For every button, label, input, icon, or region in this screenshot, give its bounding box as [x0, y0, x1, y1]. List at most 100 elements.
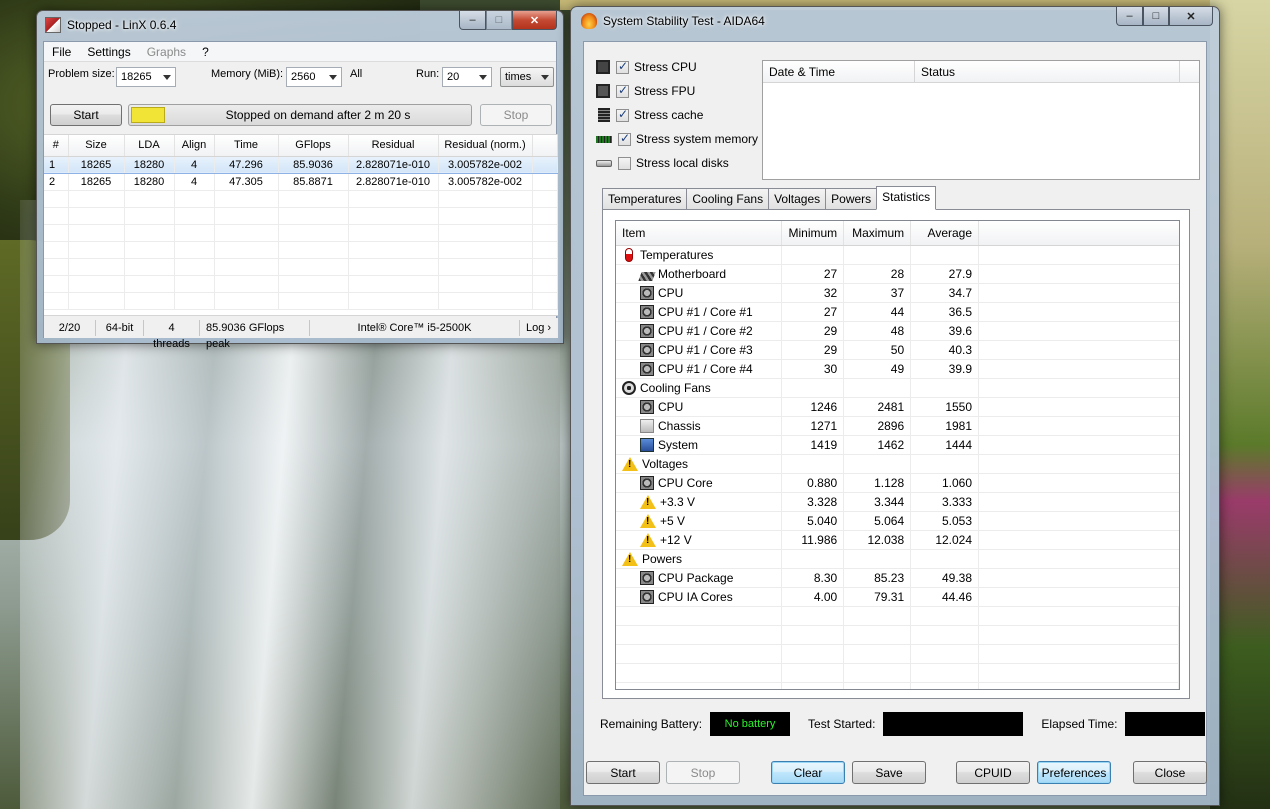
stats-group-row[interactable]: Cooling Fans [616, 378, 1179, 398]
table-row[interactable]: CPU #1 / Core #4 30 49 39.9 [616, 359, 1179, 379]
progress-count: 2/20 [44, 320, 96, 336]
table-row[interactable]: CPU #1 / Core #1 27 44 36.5 [616, 302, 1179, 322]
col-align[interactable]: Align [174, 135, 215, 157]
table-row[interactable]: +3.3 V 3.3283.3443.333 [616, 492, 1179, 512]
menu-help[interactable]: ? [194, 45, 217, 59]
event-log-list[interactable]: Date & Time Status [762, 60, 1200, 180]
preferences-button[interactable]: Preferences [1037, 761, 1111, 784]
aida64-window-title: System Stability Test - AIDA64 [603, 14, 765, 28]
table-row[interactable]: CPU 32 37 34.7 [616, 283, 1179, 303]
stats-max-cell [843, 454, 912, 474]
linx-titlebar[interactable]: Stopped - LinX 0.6.4 – □ ✕ [37, 11, 563, 39]
stats-group-row[interactable]: Voltages [616, 454, 1179, 474]
cell: 1 [44, 155, 69, 174]
stats-max-cell: 44 [843, 302, 912, 322]
stress-cpu-option[interactable]: Stress CPU [596, 59, 697, 74]
maximize-button[interactable]: □ [486, 11, 512, 30]
table-row[interactable]: System 1419 1462 1444 [616, 435, 1179, 455]
cpuid-button[interactable]: CPUID [956, 761, 1030, 784]
col-item[interactable]: Item [616, 221, 783, 246]
stop-button[interactable]: Stop [666, 761, 740, 784]
stress-disks-label: Stress local disks [636, 156, 729, 170]
stress-disks-checkbox[interactable] [618, 156, 631, 170]
table-row[interactable]: CPU Core 0.880 1.128 1.060 [616, 473, 1179, 493]
close-button[interactable]: ✕ [512, 11, 557, 30]
stats-avg-cell: 40.3 [910, 340, 980, 360]
stress-cache-option[interactable]: Stress cache [596, 107, 703, 122]
elapsed-time-label: Elapsed Time: [1041, 717, 1118, 731]
stress-fpu-checkbox[interactable] [616, 83, 629, 98]
thermometer-icon [625, 247, 633, 262]
memory-combo[interactable]: 2560 [286, 67, 342, 87]
all-label[interactable]: All [350, 68, 362, 80]
memory-icon [596, 135, 612, 143]
tab-cooling-fans[interactable]: Cooling Fans [686, 188, 770, 210]
table-row[interactable]: CPU Package 8.30 85.23 49.38 [616, 568, 1179, 588]
table-row[interactable]: +5 V 5.0405.0645.053 [616, 511, 1179, 531]
table-row[interactable]: Motherboard 27 28 27.9 [616, 264, 1179, 284]
stress-cache-checkbox[interactable] [616, 107, 629, 122]
menu-file[interactable]: File [44, 45, 79, 59]
statistics-table[interactable]: Item Minimum Maximum Average Temperature… [615, 220, 1180, 690]
col-lda[interactable]: LDA [124, 135, 175, 157]
problem-size-combo[interactable]: 18265 [116, 67, 176, 87]
col-index[interactable]: # [44, 135, 69, 157]
start-button[interactable]: Start [586, 761, 660, 784]
stress-fpu-option[interactable]: Stress FPU [596, 83, 695, 98]
stats-group-row[interactable]: Temperatures [616, 245, 1179, 265]
stats-avg-cell: 36.5 [910, 302, 980, 322]
col-gflops[interactable]: GFlops [278, 135, 349, 157]
stats-item-label: CPU Package [658, 570, 734, 585]
tab-powers[interactable]: Powers [825, 188, 878, 210]
stop-button[interactable]: Stop [480, 104, 552, 126]
stress-cpu-checkbox[interactable] [616, 59, 629, 74]
stats-item-cell: Temperatures [616, 245, 783, 265]
table-row[interactable]: 2 18265 18280 4 47.305 85.8871 2.828071e… [44, 173, 558, 191]
menu-settings[interactable]: Settings [79, 45, 138, 59]
col-size[interactable]: Size [68, 135, 125, 157]
minimize-button[interactable]: – [459, 11, 486, 30]
table-row[interactable]: +12 V 11.98612.03812.024 [616, 530, 1179, 550]
close-button[interactable]: ✕ [1169, 7, 1213, 26]
col-date-time[interactable]: Date & Time [763, 61, 915, 82]
col-maximum[interactable]: Maximum [843, 221, 912, 246]
stats-item-cell: CPU [616, 283, 783, 303]
col-time[interactable]: Time [214, 135, 279, 157]
aida64-window[interactable]: System Stability Test - AIDA64 – □ ✕ Str… [570, 6, 1220, 806]
col-residual[interactable]: Residual [348, 135, 439, 157]
run-count-combo[interactable]: 20 [442, 67, 492, 87]
table-row[interactable]: CPU IA Cores 4.00 79.31 44.46 [616, 587, 1179, 607]
col-residual-norm[interactable]: Residual (norm.) [438, 135, 533, 157]
linx-window[interactable]: Stopped - LinX 0.6.4 – □ ✕ File Settings… [36, 10, 564, 350]
stats-max-cell: 49 [843, 359, 912, 379]
table-row[interactable]: CPU #1 / Core #3 29 50 40.3 [616, 340, 1179, 360]
results-table[interactable]: # Size LDA Align Time GFlops Residual Re… [44, 134, 558, 316]
menu-graphs[interactable]: Graphs [139, 45, 194, 59]
stats-item-label: +5 V [660, 513, 686, 528]
table-row[interactable]: 1 18265 18280 4 47.296 85.9036 2.828071e… [44, 155, 558, 174]
log-button[interactable]: Log › [520, 320, 557, 336]
close-button-bottom[interactable]: Close [1133, 761, 1207, 784]
start-button[interactable]: Start [50, 104, 122, 126]
fpu-icon [596, 84, 610, 98]
stress-disks-option[interactable]: Stress local disks [596, 156, 729, 170]
clear-button[interactable]: Clear [771, 761, 845, 784]
table-row[interactable]: CPU 1246 2481 1550 [616, 397, 1179, 417]
stress-memory-checkbox[interactable] [618, 131, 631, 146]
tab-statistics[interactable]: Statistics [876, 186, 937, 210]
stats-min-cell: 8.30 [781, 568, 845, 588]
tab-voltages[interactable]: Voltages [768, 188, 827, 210]
table-row[interactable]: Chassis 1271 2896 1981 [616, 416, 1179, 436]
table-row[interactable]: CPU #1 / Core #2 29 48 39.6 [616, 321, 1179, 341]
minimize-button[interactable]: – [1116, 7, 1143, 26]
col-average[interactable]: Average [910, 221, 980, 246]
run-unit-dropdown[interactable]: times [500, 67, 554, 87]
stats-group-row[interactable]: Powers [616, 549, 1179, 569]
col-status[interactable]: Status [915, 61, 1180, 82]
maximize-button[interactable]: □ [1143, 7, 1169, 26]
save-button[interactable]: Save [852, 761, 926, 784]
stress-memory-option[interactable]: Stress system memory [596, 131, 758, 146]
col-minimum[interactable]: Minimum [781, 221, 845, 246]
tab-temperatures[interactable]: Temperatures [602, 188, 688, 210]
aida64-titlebar[interactable]: System Stability Test - AIDA64 – □ ✕ [571, 7, 1219, 35]
